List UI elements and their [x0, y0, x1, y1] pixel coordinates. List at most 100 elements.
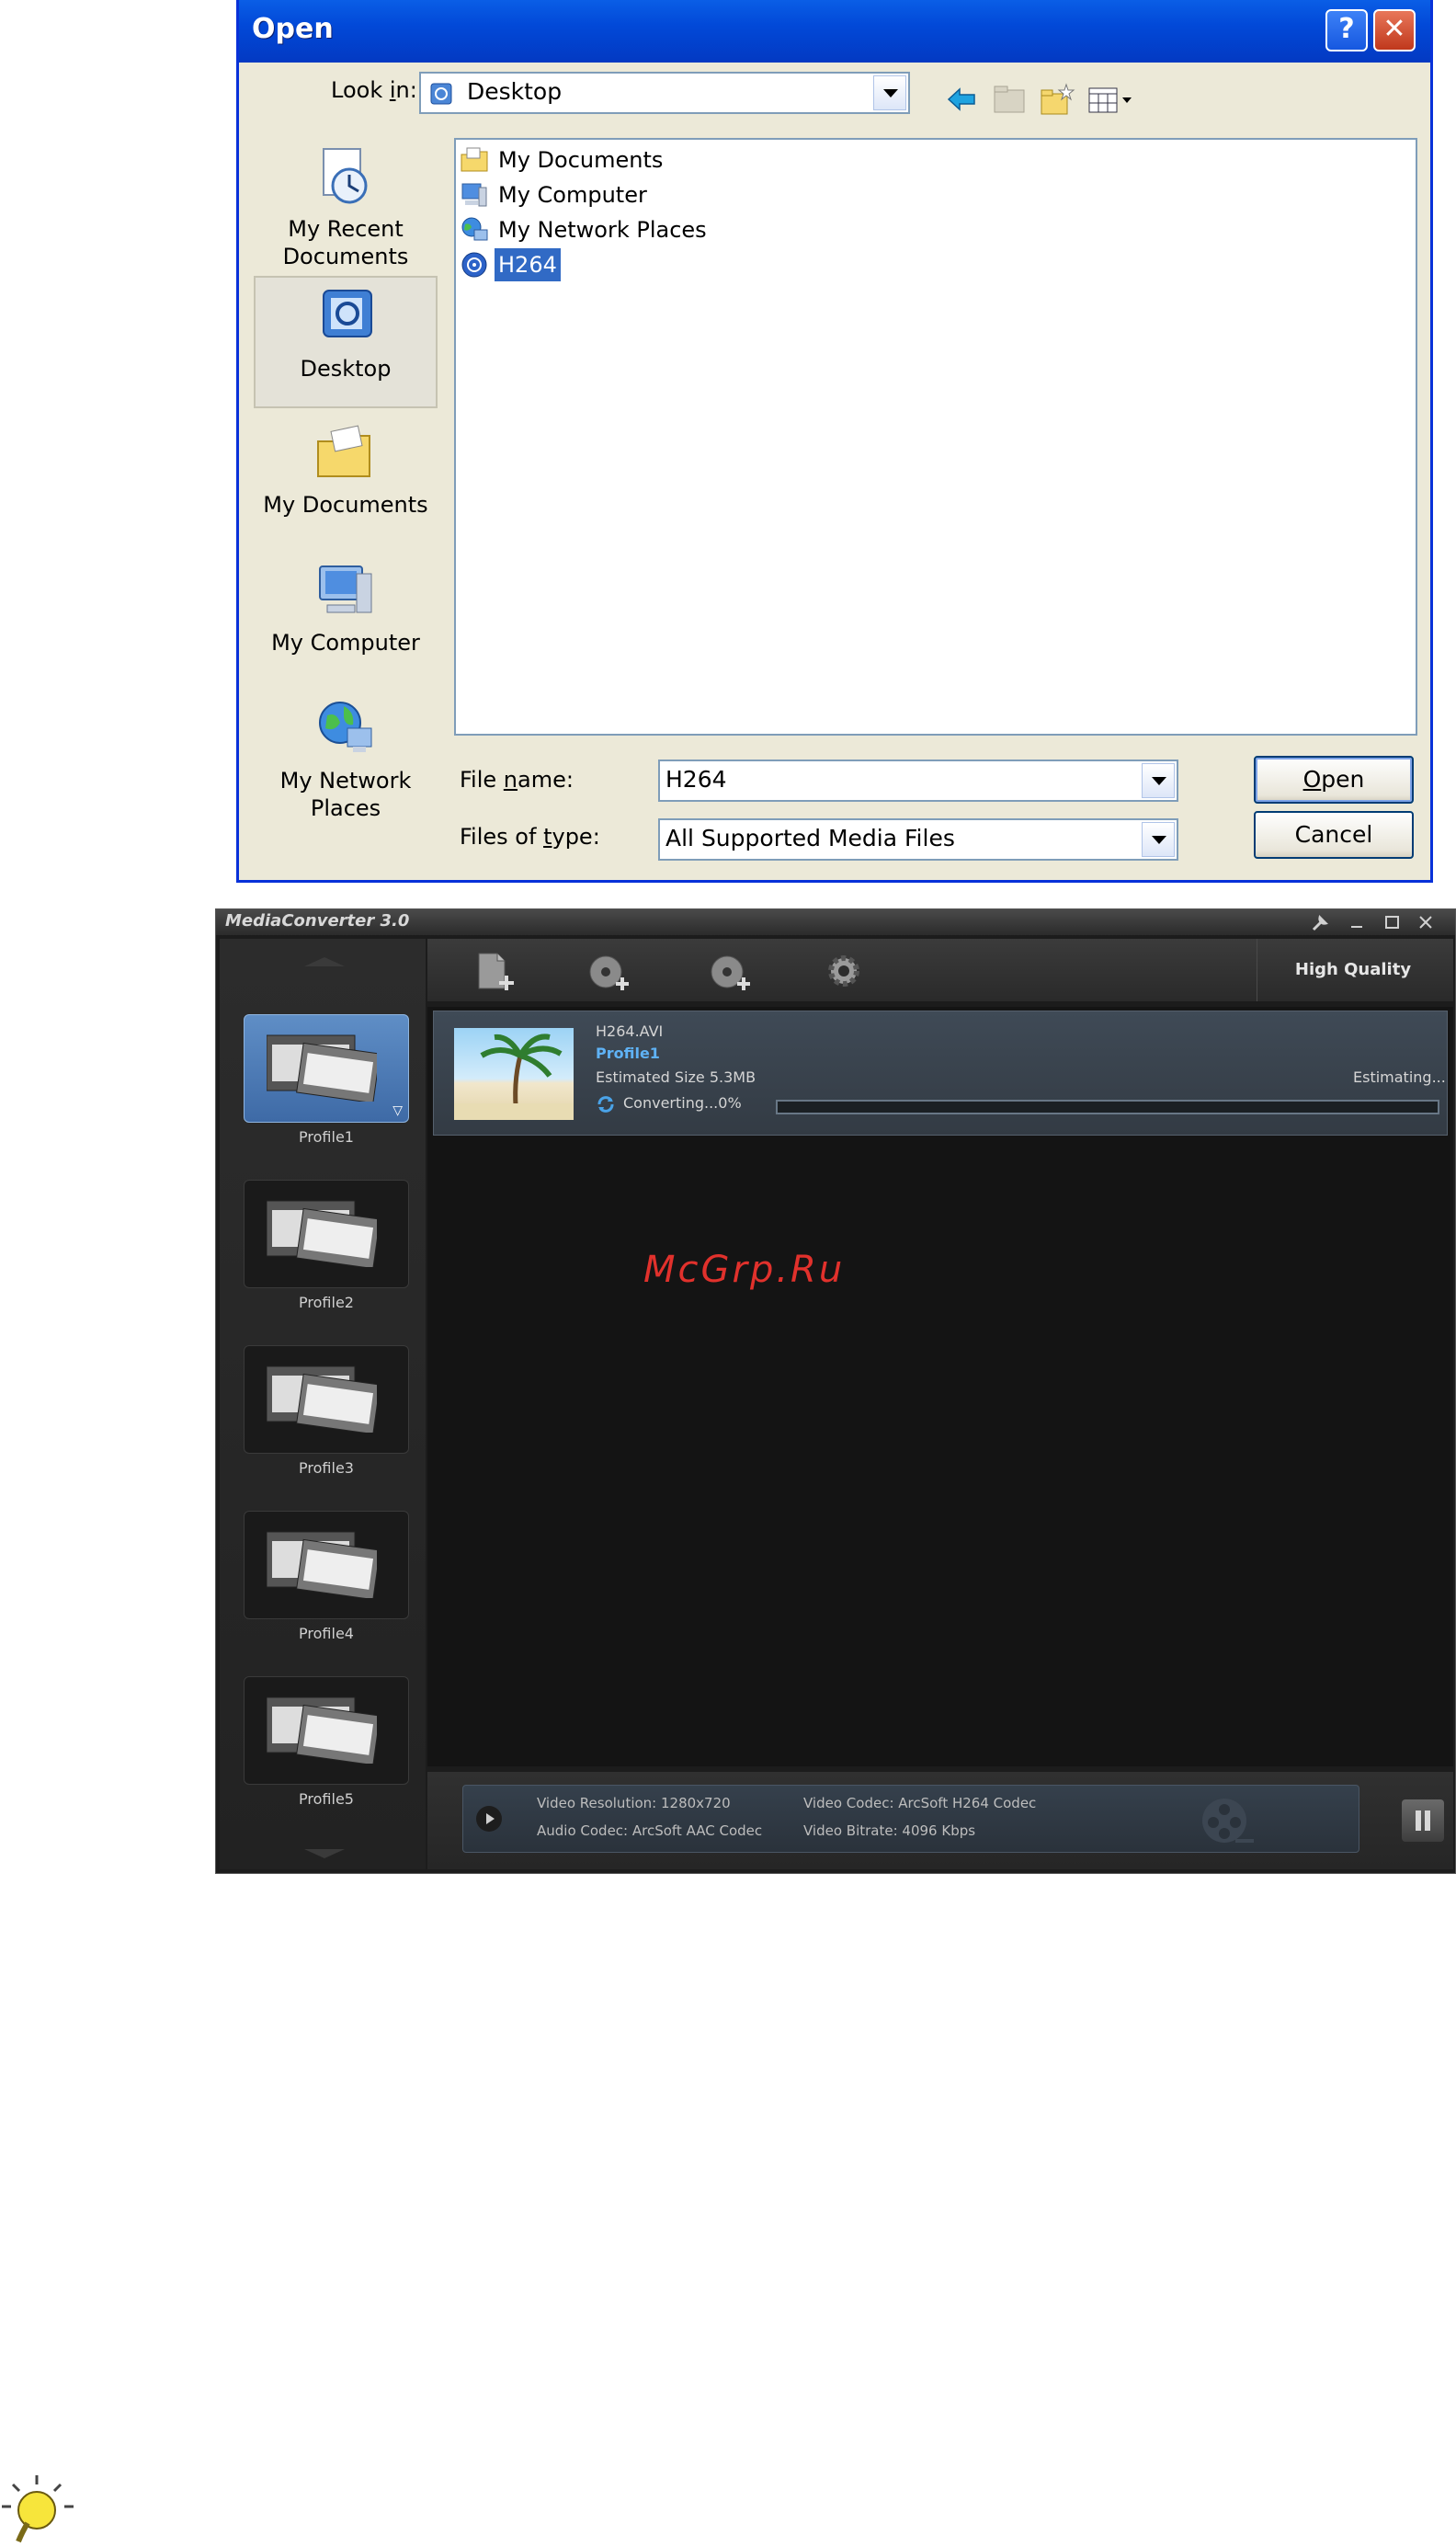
- settings-gear-icon[interactable]: [821, 950, 867, 992]
- up-folder-icon[interactable]: [991, 81, 1028, 118]
- file-name-input[interactable]: H264: [658, 760, 1178, 802]
- job-profile: Profile1: [596, 1045, 660, 1062]
- profile-label: Profile4: [299, 1625, 354, 1642]
- globe-icon: [319, 702, 372, 752]
- profile-item-5[interactable]: Profile5: [244, 1676, 409, 1834]
- places-bar: My Recent Documents Desktop My Documents…: [254, 138, 438, 837]
- desktop-icon: [323, 290, 372, 337]
- profile-thumbnail: ▽: [244, 1014, 409, 1123]
- job-status: Estimating...: [1353, 1068, 1446, 1086]
- look-in-dropdown-icon[interactable]: [873, 75, 906, 110]
- scroll-up-icon[interactable]: [304, 957, 345, 966]
- place-desktop[interactable]: Desktop: [254, 276, 438, 408]
- profile-sidebar: ▽ Profile1 Profile2 Profile3 Profile4 Pr…: [220, 939, 426, 1869]
- computer-icon: [319, 565, 372, 613]
- minimize-icon[interactable]: [1348, 913, 1367, 931]
- profile-label: Profile5: [299, 1790, 354, 1808]
- place-my-documents[interactable]: My Documents: [254, 414, 438, 546]
- place-label: Desktop: [300, 356, 392, 382]
- dialog-title-bar[interactable]: Open ? ✕: [239, 0, 1430, 63]
- pause-icon[interactable]: [1402, 1799, 1444, 1842]
- mc-toolbar: High Quality: [427, 939, 1453, 1001]
- files-of-type-label: Files of type:: [460, 824, 600, 850]
- file-label: My Network Places: [498, 217, 707, 243]
- place-label: My Network Places: [279, 768, 412, 821]
- close-button[interactable]: ✕: [1373, 9, 1416, 51]
- film-icon: [267, 1200, 377, 1267]
- help-button[interactable]: ?: [1325, 9, 1368, 51]
- place-label: My Recent Documents: [282, 216, 409, 269]
- profile-label: Profile3: [299, 1459, 354, 1477]
- progress-bar: [776, 1100, 1439, 1114]
- folder-icon: [317, 425, 370, 477]
- place-label: My Documents: [263, 492, 428, 518]
- look-in-select[interactable]: Desktop: [419, 72, 910, 114]
- profile-label: Profile1: [299, 1128, 354, 1146]
- mc-title-bar[interactable]: MediaConverter 3.0: [216, 909, 1455, 935]
- look-in-label: Look in:: [331, 77, 417, 103]
- profile-item-1[interactable]: ▽ Profile1: [244, 1014, 409, 1172]
- mc-bottom-bar: Video Resolution: 1280x720 Audio Codec: …: [427, 1772, 1453, 1869]
- add-dvd-icon[interactable]: [586, 950, 631, 992]
- chevron-down-icon[interactable]: ▽: [392, 1103, 403, 1118]
- dialog-title: Open: [252, 13, 334, 45]
- audio-codec: Audio Codec: ArcSoft AAC Codec: [537, 1822, 763, 1839]
- maximize-icon[interactable]: [1383, 913, 1402, 931]
- video-thumbnail: [454, 1028, 574, 1120]
- network-icon: [461, 217, 488, 241]
- profile-thumbnail: [244, 1180, 409, 1288]
- mc-title: MediaConverter 3.0: [225, 911, 410, 931]
- file-name-label: File name:: [460, 767, 574, 793]
- recent-documents-icon: [323, 148, 368, 204]
- film-icon: [267, 1365, 377, 1433]
- new-folder-icon[interactable]: [1039, 81, 1075, 118]
- profile-thumbnail: [244, 1511, 409, 1619]
- conversion-list: H264.AVI Profile1 Estimated Size 5.3MB E…: [427, 1007, 1453, 1766]
- place-label: My Computer: [271, 630, 420, 656]
- file-label: H264: [494, 247, 562, 282]
- file-label: My Computer: [498, 182, 647, 208]
- refresh-icon: [597, 1096, 614, 1113]
- film-icon: [267, 1531, 377, 1598]
- media-converter-window: MediaConverter 3.0 ▽ Profile1 Profile2 P…: [215, 908, 1456, 1874]
- job-converting: Converting...0%: [623, 1094, 742, 1112]
- video-codec: Video Codec: ArcSoft H264 Codec: [803, 1795, 1037, 1811]
- back-arrow-icon[interactable]: [943, 81, 980, 118]
- lightbulb-icon: [2, 2475, 74, 2543]
- look-in-value: Desktop: [467, 78, 563, 105]
- add-bd-icon[interactable]: [707, 950, 753, 992]
- film-icon: [267, 1696, 377, 1764]
- film-reel-icon: [1202, 1799, 1254, 1843]
- open-dialog: Open ? ✕ Look in: Desktop My Recent Docu…: [236, 0, 1433, 883]
- computer-icon: [461, 183, 487, 207]
- files-of-type-dropdown-icon[interactable]: [1142, 822, 1175, 857]
- place-my-network-places[interactable]: My Network Places: [254, 690, 438, 822]
- cancel-button[interactable]: Cancel: [1254, 811, 1414, 859]
- files-of-type-select[interactable]: All Supported Media Files: [658, 818, 1178, 861]
- file-name-dropdown-icon[interactable]: [1142, 763, 1175, 798]
- profile-item-2[interactable]: Profile2: [244, 1180, 409, 1338]
- video-bitrate: Video Bitrate: 4096 Kbps: [803, 1822, 976, 1839]
- add-file-icon[interactable]: [470, 950, 516, 992]
- conversion-job[interactable]: H264.AVI Profile1 Estimated Size 5.3MB E…: [433, 1011, 1448, 1136]
- watermark-text: McGrp.Ru: [643, 1249, 846, 1291]
- wrench-icon[interactable]: [1310, 913, 1330, 933]
- file-label: My Documents: [498, 147, 664, 173]
- play-icon[interactable]: [476, 1806, 502, 1832]
- open-button[interactable]: Open: [1254, 756, 1414, 804]
- profile-item-4[interactable]: Profile4: [244, 1511, 409, 1669]
- files-of-type-value: All Supported Media Files: [665, 825, 955, 851]
- place-my-computer[interactable]: My Computer: [254, 552, 438, 684]
- file-list[interactable]: My Documents My Computer My Network Plac…: [454, 138, 1417, 736]
- palm-tree-image: [454, 1034, 574, 1120]
- quality-selector[interactable]: High Quality: [1257, 939, 1449, 1001]
- scroll-down-icon[interactable]: [304, 1849, 345, 1858]
- desktop-small-icon: [430, 83, 452, 105]
- profile-item-3[interactable]: Profile3: [244, 1345, 409, 1503]
- place-my-recent-documents[interactable]: My Recent Documents: [254, 138, 438, 270]
- close-icon[interactable]: [1416, 913, 1435, 931]
- profile-thumbnail: [244, 1676, 409, 1785]
- view-menu-icon[interactable]: [1086, 81, 1136, 118]
- video-resolution: Video Resolution: 1280x720: [537, 1795, 731, 1811]
- documents-icon: [461, 147, 488, 172]
